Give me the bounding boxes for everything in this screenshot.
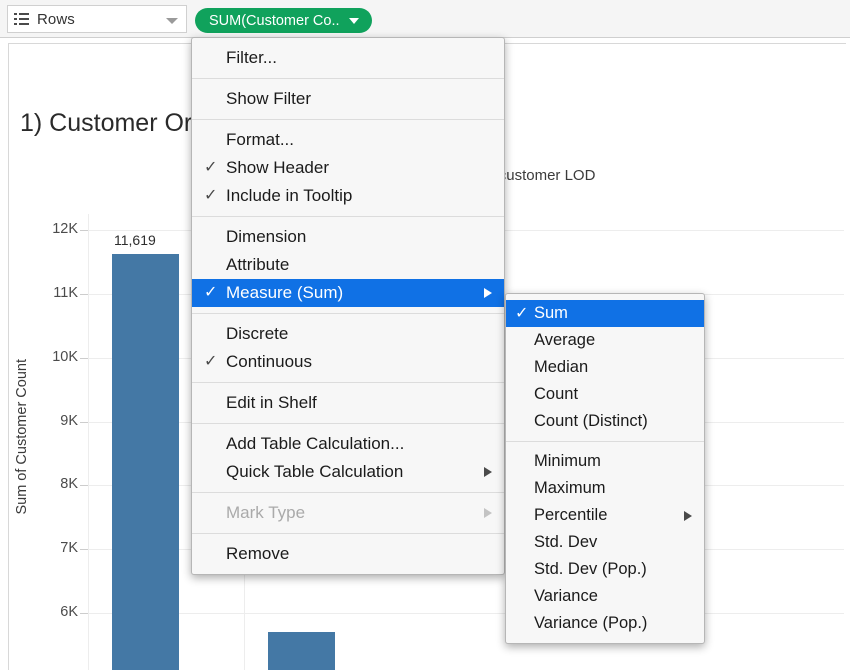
submenu-item-average[interactable]: Average bbox=[506, 327, 704, 354]
menu-item-attribute[interactable]: Attribute bbox=[192, 251, 504, 279]
menu-item-label: Quick Table Calculation bbox=[226, 462, 404, 481]
menu-group: Show Filter bbox=[192, 78, 504, 119]
submenu-group: ✓ Sum Average Median Count Count (Distinct) bbox=[506, 294, 704, 441]
submenu-item-median[interactable]: Median bbox=[506, 354, 704, 381]
y-axis-tick-label: 7K bbox=[60, 540, 78, 557]
submenu-arrow-icon bbox=[484, 467, 492, 477]
aggregation-submenu[interactable]: ✓ Sum Average Median Count Count (Distinct) Mi… bbox=[505, 293, 705, 644]
menu-item-show-filter[interactable]: Show Filter bbox=[192, 85, 504, 113]
menu-group: Mark Type bbox=[192, 492, 504, 533]
menu-group: Dimension Attribute ✓ Measure (Sum) bbox=[192, 216, 504, 313]
check-icon: ✓ bbox=[204, 187, 218, 204]
bar-mark[interactable] bbox=[112, 254, 179, 670]
submenu-item-label: Variance (Pop.) bbox=[534, 614, 648, 632]
menu-item-label: Mark Type bbox=[226, 503, 306, 522]
menu-item-label: Filter... bbox=[226, 48, 278, 67]
y-axis-tick-label: 10K bbox=[52, 348, 78, 365]
menu-item-label: Edit in Shelf bbox=[226, 393, 317, 412]
menu-item-label: Discrete bbox=[226, 324, 289, 343]
submenu-item-label: Count (Distinct) bbox=[534, 412, 648, 430]
menu-group: Format... ✓ Show Header ✓ Include in Tooltip bbox=[192, 119, 504, 216]
submenu-item-percentile[interactable]: Percentile bbox=[506, 502, 704, 529]
y-axis-tick-label: 8K bbox=[60, 476, 78, 493]
menu-item-dimension[interactable]: Dimension bbox=[192, 223, 504, 251]
submenu-item-std-dev-pop[interactable]: Std. Dev (Pop.) bbox=[506, 556, 704, 583]
submenu-item-label: Std. Dev (Pop.) bbox=[534, 560, 647, 578]
bar-value-label: 11,619 bbox=[114, 232, 156, 249]
submenu-item-std-dev[interactable]: Std. Dev bbox=[506, 529, 704, 556]
rows-shelf-dropdown[interactable]: Rows bbox=[7, 5, 187, 33]
menu-item-remove[interactable]: Remove bbox=[192, 540, 504, 568]
check-icon: ✓ bbox=[204, 159, 218, 176]
submenu-item-count-distinct[interactable]: Count (Distinct) bbox=[506, 408, 704, 435]
chevron-down-icon[interactable] bbox=[166, 18, 178, 24]
submenu-item-label: Sum bbox=[534, 304, 568, 322]
submenu-item-variance[interactable]: Variance bbox=[506, 583, 704, 610]
submenu-item-sum[interactable]: ✓ Sum bbox=[506, 300, 704, 327]
rows-shelf-label: Rows bbox=[37, 10, 75, 28]
menu-item-continuous[interactable]: ✓ Continuous bbox=[192, 348, 504, 376]
menu-group: Add Table Calculation... Quick Table Calc… bbox=[192, 423, 504, 492]
check-icon: ✓ bbox=[515, 305, 529, 322]
submenu-item-label: Variance bbox=[534, 587, 598, 605]
menu-item-label: Dimension bbox=[226, 227, 307, 246]
app-root: 1) Customer Order Frequency Number of or… bbox=[0, 0, 850, 670]
submenu-item-label: Minimum bbox=[534, 452, 601, 470]
submenu-group: Minimum Maximum Percentile Std. Dev Std. Dev… bbox=[506, 441, 704, 643]
y-axis-tick-label: 6K bbox=[60, 604, 78, 621]
pill-context-menu[interactable]: Filter... Show Filter Format... ✓ Show Heade… bbox=[191, 37, 505, 575]
menu-item-label: Attribute bbox=[226, 255, 290, 274]
bar-mark[interactable] bbox=[268, 632, 335, 670]
menu-group: Discrete ✓ Continuous bbox=[192, 313, 504, 382]
check-icon: ✓ bbox=[204, 284, 218, 301]
submenu-item-label: Count bbox=[534, 385, 579, 403]
menu-item-label: Remove bbox=[226, 544, 290, 563]
submenu-item-maximum[interactable]: Maximum bbox=[506, 475, 704, 502]
submenu-item-label: Maximum bbox=[534, 479, 606, 497]
menu-group: Edit in Shelf bbox=[192, 382, 504, 423]
menu-item-format[interactable]: Format... bbox=[192, 126, 504, 154]
menu-group: Remove bbox=[192, 533, 504, 574]
menu-item-mark-type: Mark Type bbox=[192, 499, 504, 527]
menu-item-label: Add Table Calculation... bbox=[226, 434, 405, 453]
rows-shelf-bar: Rows SUM(Customer Co.. bbox=[0, 0, 850, 38]
menu-item-edit-in-shelf[interactable]: Edit in Shelf bbox=[192, 389, 504, 417]
submenu-item-label: Percentile bbox=[534, 506, 608, 524]
menu-item-filter[interactable]: Filter... bbox=[192, 44, 504, 72]
check-icon: ✓ bbox=[204, 353, 218, 370]
chevron-down-icon[interactable] bbox=[348, 17, 359, 24]
menu-item-add-table-calculation[interactable]: Add Table Calculation... bbox=[192, 430, 504, 458]
y-axis-tick-label: 11K bbox=[53, 284, 78, 301]
category-separator bbox=[88, 214, 89, 670]
menu-item-show-header[interactable]: ✓ Show Header bbox=[192, 154, 504, 182]
menu-item-discrete[interactable]: Discrete bbox=[192, 320, 504, 348]
menu-item-label: Show Header bbox=[226, 158, 330, 177]
submenu-item-label: Std. Dev bbox=[534, 533, 598, 551]
menu-item-label: Continuous bbox=[226, 352, 313, 371]
submenu-arrow-icon bbox=[684, 510, 692, 521]
measure-pill-sum-customer-count[interactable]: SUM(Customer Co.. bbox=[195, 8, 372, 33]
y-axis-tick-label: 9K bbox=[60, 412, 78, 429]
menu-item-quick-table-calculation[interactable]: Quick Table Calculation bbox=[192, 458, 504, 486]
submenu-arrow-icon bbox=[484, 508, 492, 518]
submenu-arrow-icon bbox=[484, 288, 492, 298]
submenu-item-label: Median bbox=[534, 358, 589, 376]
gridline bbox=[88, 613, 844, 615]
submenu-item-variance-pop[interactable]: Variance (Pop.) bbox=[506, 610, 704, 637]
submenu-item-minimum[interactable]: Minimum bbox=[506, 448, 704, 475]
menu-item-label: Include in Tooltip bbox=[226, 186, 353, 205]
y-axis-tick-label: 12K bbox=[52, 220, 78, 237]
menu-item-label: Format... bbox=[226, 130, 295, 149]
menu-item-include-in-tooltip[interactable]: ✓ Include in Tooltip bbox=[192, 182, 504, 210]
menu-item-measure-sum[interactable]: ✓ Measure (Sum) bbox=[192, 279, 504, 307]
rows-list-icon bbox=[14, 13, 29, 25]
menu-item-label: Measure (Sum) bbox=[226, 283, 344, 302]
measure-pill-label: SUM(Customer Co.. bbox=[209, 12, 340, 29]
submenu-item-label: Average bbox=[534, 331, 596, 349]
menu-group: Filter... bbox=[192, 38, 504, 78]
menu-item-label: Show Filter bbox=[226, 89, 312, 108]
submenu-item-count[interactable]: Count bbox=[506, 381, 704, 408]
